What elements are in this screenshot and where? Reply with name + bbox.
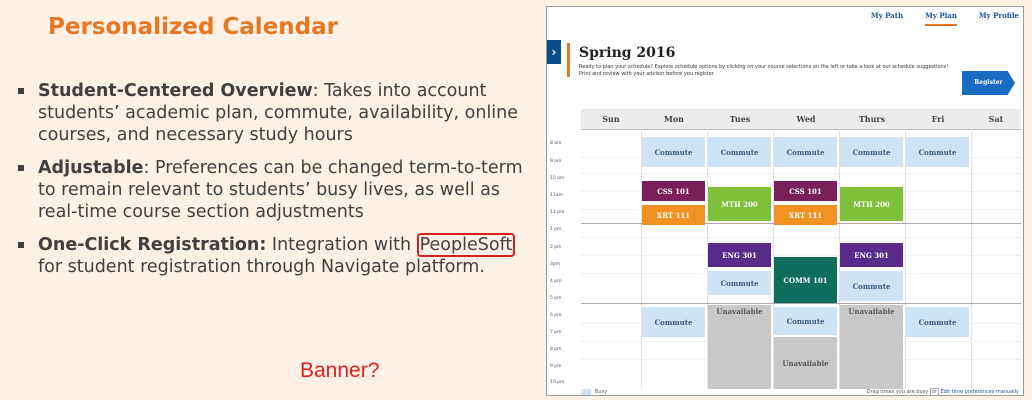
calendar-screenshot: My Path My Plan My Profile › Spring 2016…: [546, 6, 1024, 396]
event-course[interactable]: CSS 101: [774, 181, 837, 201]
day-header-sat: Sat: [988, 114, 1004, 124]
time-label: 4 pm: [550, 279, 562, 284]
bullet-one-click: One-Click Registration: Integration with…: [14, 233, 534, 278]
day-header-thu: Thurs: [858, 114, 886, 124]
week-grid[interactable]: Sun Mon Tues Wed Thurs Fri Sat 8 am 9 am…: [550, 109, 1021, 389]
time-label: 10 pm: [550, 380, 565, 385]
time-label: 9 am: [550, 159, 562, 164]
register-button[interactable]: Register: [962, 71, 1015, 95]
bullet-text: Integration with: [266, 235, 417, 255]
event-course[interactable]: CSS 101: [642, 181, 705, 201]
day-header-fri: Fri: [931, 114, 945, 124]
peoplesoft-circled: PeopleSoft: [416, 233, 516, 257]
bullet-heading: One-Click Registration:: [38, 235, 267, 255]
bullet-square-icon: [18, 242, 24, 248]
nav-my-plan[interactable]: My Plan: [925, 11, 957, 26]
event-commute[interactable]: Commute: [642, 137, 705, 167]
hour-line: [581, 237, 1021, 238]
col-divider: [971, 129, 972, 389]
day-header-wed: Wed: [796, 114, 816, 124]
event-commute[interactable]: Commute: [840, 137, 903, 167]
day-header-tue: Tues: [729, 114, 751, 124]
event-commute[interactable]: Commute: [642, 307, 705, 337]
time-label: 11am: [550, 193, 563, 198]
bullet-heading: Adjustable: [38, 158, 144, 178]
expand-chevron-icon[interactable]: ›: [547, 40, 561, 64]
event-unavailable[interactable]: Unavailable: [840, 305, 903, 389]
day-header-sun: Sun: [602, 114, 620, 124]
event-commute[interactable]: Commute: [774, 137, 837, 167]
bullet-student-centered: Student-Centered Overview: Takes into ac…: [14, 80, 534, 146]
banner-annotation: Banner?: [300, 359, 380, 382]
top-nav: My Path My Plan My Profile: [871, 11, 1019, 26]
time-label: 6 pm: [550, 313, 562, 318]
footer-text: Drag times you are busy: [866, 389, 929, 395]
time-label: 3pm: [550, 262, 561, 267]
time-label: 2 pm: [550, 245, 562, 250]
event-course[interactable]: XRT 111: [774, 205, 837, 225]
time-label: 8 pm: [550, 347, 562, 352]
time-label: 1 pm: [550, 227, 562, 232]
time-label: 7 pm: [550, 330, 562, 335]
bullet-text: for student registration through Navigat…: [38, 257, 485, 277]
event-commute[interactable]: Commute: [906, 307, 969, 337]
event-commute[interactable]: Commute: [708, 271, 771, 295]
legend: Busy: [581, 389, 607, 395]
event-unavailable[interactable]: Unavailable: [708, 305, 771, 389]
period-separator: [581, 303, 1021, 304]
event-course[interactable]: ENG 301: [708, 243, 771, 267]
slide-title: Personalized Calendar: [48, 14, 338, 40]
event-course[interactable]: COMM 101: [774, 257, 837, 303]
term-title: Spring 2016: [579, 45, 676, 61]
bullet-heading: Student-Centered Overview: [38, 81, 313, 101]
time-label: 8 am: [550, 141, 562, 146]
footer-or: or: [929, 388, 939, 395]
event-commute[interactable]: Commute: [708, 137, 771, 167]
time-label: 5 pm: [550, 296, 562, 301]
busy-swatch: [581, 389, 591, 395]
intro-text: Ready to plan your schedule? Explore sch…: [579, 64, 949, 77]
event-commute[interactable]: Commute: [840, 271, 903, 301]
event-course[interactable]: MTH 200: [840, 187, 903, 221]
hour-line: [581, 173, 1021, 174]
time-label: 10 am: [550, 176, 565, 181]
nav-my-path[interactable]: My Path: [871, 11, 903, 26]
time-label: 12 pm: [550, 210, 565, 215]
col-divider: [641, 129, 642, 389]
day-header-mon: Mon: [663, 114, 684, 124]
event-commute[interactable]: Commute: [906, 137, 969, 167]
bullet-list: Student-Centered Overview: Takes into ac…: [14, 80, 534, 289]
legend-label: Busy: [595, 389, 608, 395]
nav-my-profile[interactable]: My Profile: [979, 11, 1019, 26]
term-accent-bar: [567, 43, 570, 77]
bullet-adjustable: Adjustable: Preferences can be changed t…: [14, 157, 534, 223]
time-label: 9 pm: [550, 364, 562, 369]
event-commute[interactable]: Commute: [774, 307, 837, 335]
event-course[interactable]: XRT 111: [642, 205, 705, 225]
col-divider: [905, 129, 906, 389]
hour-line: [581, 255, 1021, 256]
event-course[interactable]: MTH 200: [708, 187, 771, 221]
event-course[interactable]: ENG 301: [840, 243, 903, 267]
edit-preferences-link[interactable]: Edit time preferences manually: [941, 389, 1019, 395]
event-unavailable[interactable]: Unavailable: [774, 337, 837, 389]
bullet-square-icon: [18, 88, 24, 94]
footer-hint: Drag times you are busy or Edit time pre…: [866, 388, 1019, 395]
bullet-square-icon: [18, 165, 24, 171]
